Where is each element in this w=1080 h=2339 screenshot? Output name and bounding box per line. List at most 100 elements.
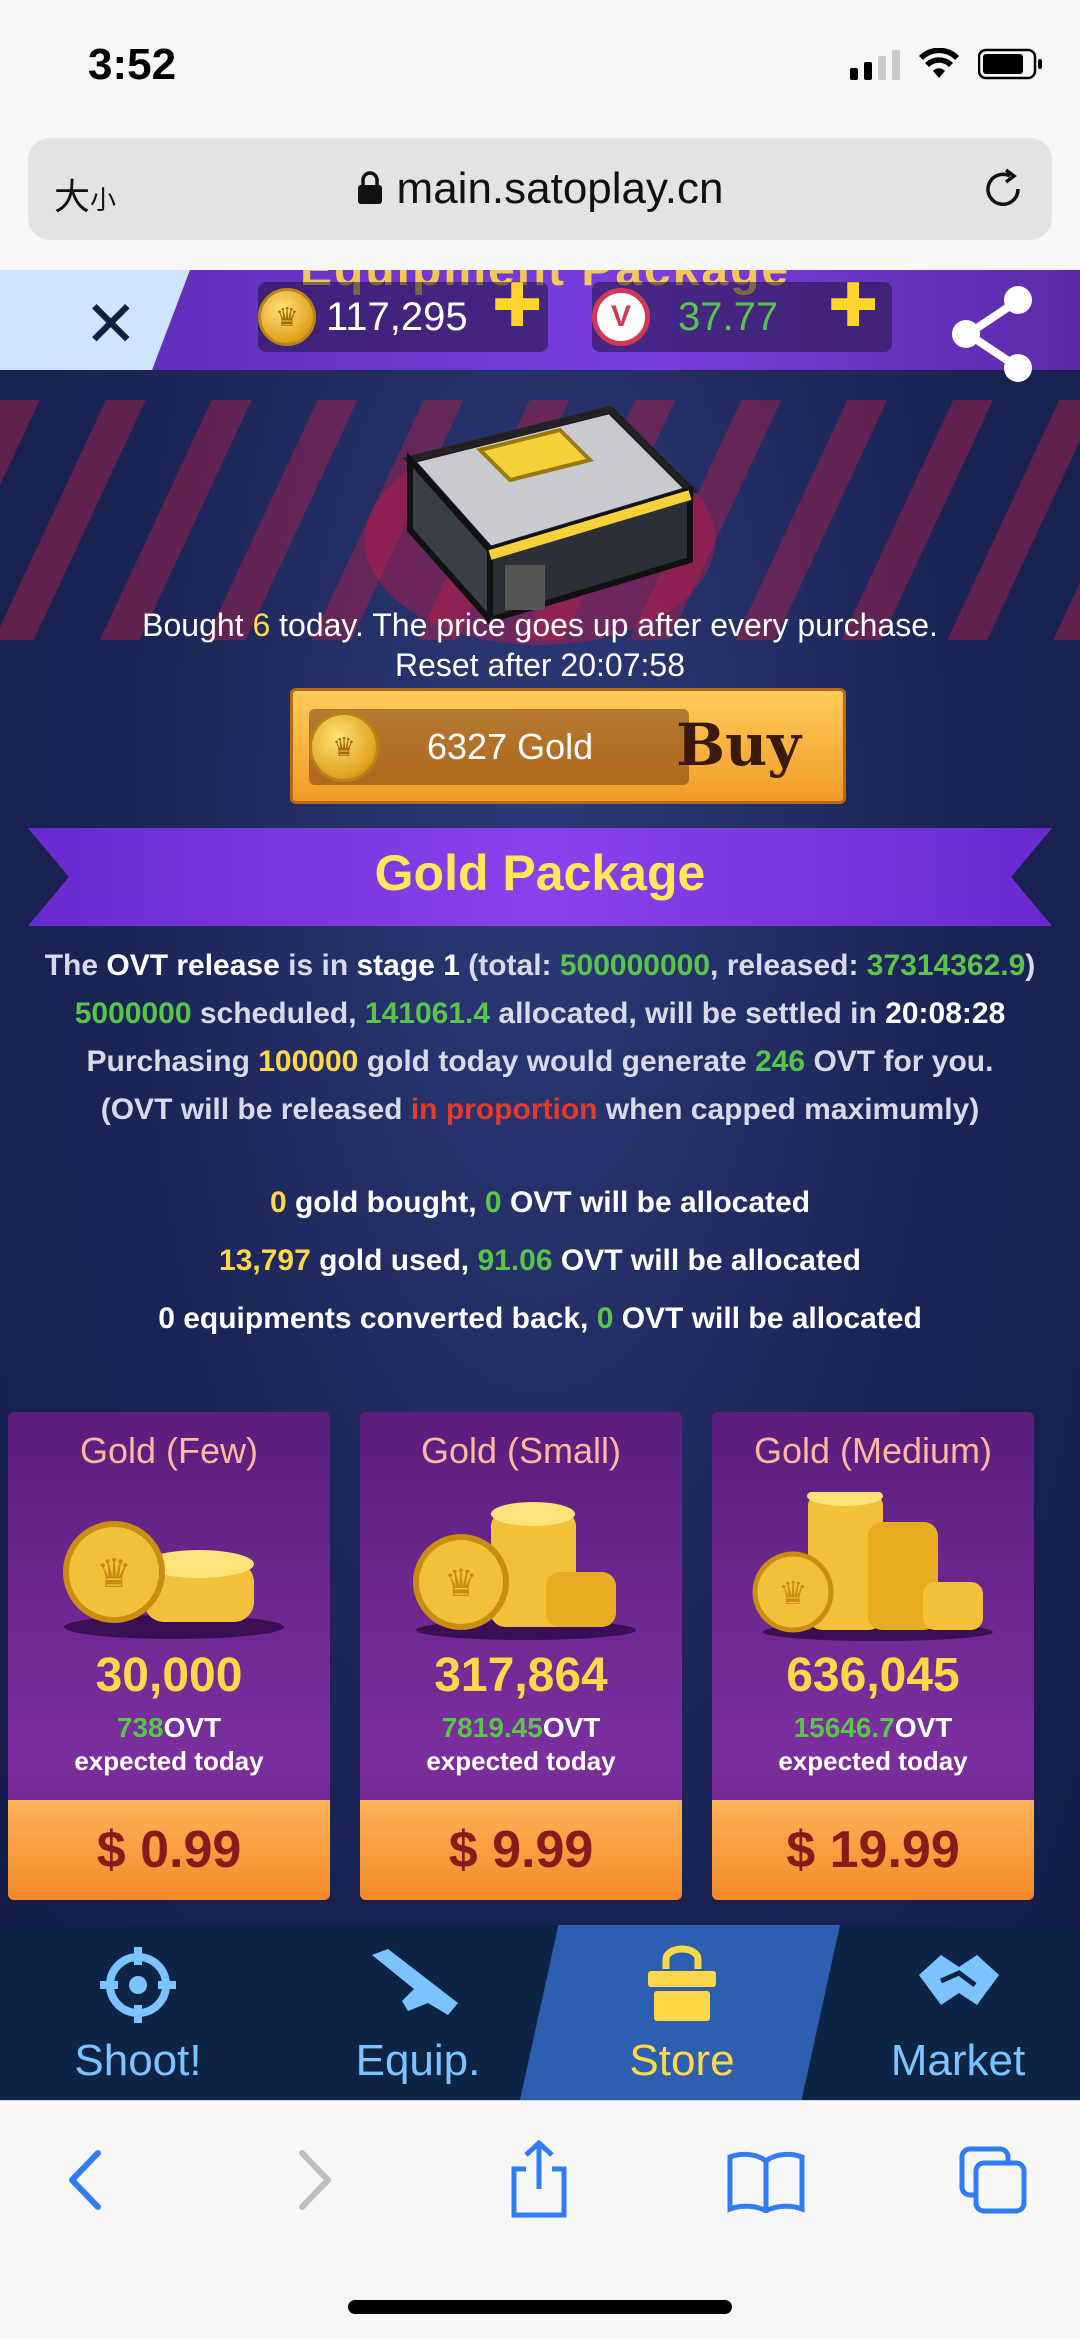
stat-converted-text: 0 equipments converted back, bbox=[158, 1302, 597, 1335]
share-icon[interactable] bbox=[946, 284, 1040, 389]
nav-store-label: Store bbox=[629, 2036, 735, 2085]
pack-ovt-unit: OVT bbox=[163, 1712, 222, 1743]
bought-prefix: Bought bbox=[142, 607, 253, 643]
bought-count: 6 bbox=[252, 607, 271, 643]
release-t11: (OVT will be released bbox=[100, 1093, 411, 1126]
stat-bought-text: gold bought, bbox=[286, 1186, 485, 1219]
release-line-3: Purchasing 100000 gold today would gener… bbox=[0, 1038, 1080, 1086]
release-proportion: in proportion bbox=[410, 1093, 598, 1126]
nav-store[interactable]: Store bbox=[572, 1945, 792, 2086]
buy-equipment-button[interactable]: ♛ 6327 Gold Buy bbox=[290, 688, 846, 804]
stat-converted-ovt: 0 bbox=[596, 1302, 614, 1335]
release-purchase-gold: 100000 bbox=[258, 1045, 359, 1078]
release-t12: when capped maximumly) bbox=[597, 1093, 980, 1126]
stat-used-text: gold used, bbox=[310, 1244, 478, 1277]
pack-ovt: 738OVT bbox=[8, 1712, 330, 1744]
release-stage: stage 1 bbox=[356, 949, 460, 982]
release-t7: allocated, will be settled in bbox=[490, 997, 886, 1030]
release-line-4: (OVT will be released in proportion when… bbox=[0, 1086, 1080, 1134]
stat-used-ovt-text: OVT will be allocated bbox=[552, 1244, 861, 1277]
forward-icon bbox=[290, 2145, 340, 2220]
gold-pack-few[interactable]: Gold (Few) ♛ 30,000 738OVT expected toda… bbox=[8, 1412, 330, 1900]
pack-amount: 636,045 bbox=[786, 1649, 960, 1702]
battery-icon bbox=[978, 48, 1044, 80]
address-bar[interactable]: 大小 main.satoplay.cn bbox=[28, 138, 1052, 240]
pack-price-button[interactable]: $ 19.99 bbox=[712, 1800, 1034, 1900]
allocation-stats: 0 gold bought, 0 OVT will be allocated 1… bbox=[0, 1174, 1080, 1348]
pack-amount: 30,000 bbox=[95, 1649, 243, 1702]
pack-ovt-value: 738 bbox=[116, 1712, 164, 1743]
release-settle-time: 20:08:28 bbox=[885, 997, 1006, 1030]
pack-expected: expected today bbox=[426, 1746, 616, 1776]
pack-ovt: 7819.45OVT bbox=[360, 1712, 682, 1744]
release-total: 500000000 bbox=[559, 949, 711, 982]
status-bar: 3:52 bbox=[0, 0, 1080, 135]
bookmarks-icon[interactable] bbox=[726, 2149, 806, 2218]
pack-expected: expected today bbox=[74, 1746, 264, 1776]
ovt-release-info: The OVT release is in stage 1 (total: 50… bbox=[0, 942, 1080, 1134]
gold-pack-medium[interactable]: Gold (Medium) ♛ 636,045 15646.7OVT expec… bbox=[712, 1412, 1034, 1900]
bought-suffix: today. The price goes up after every pur… bbox=[270, 607, 938, 643]
nav-equip-label: Equip. bbox=[355, 2036, 481, 2085]
release-scheduled: 5000000 bbox=[74, 997, 192, 1030]
pack-ovt: 15646.7OVT bbox=[712, 1712, 1034, 1744]
release-line-2: 5000000 scheduled, 141061.4 allocated, w… bbox=[0, 990, 1080, 1038]
back-icon[interactable] bbox=[60, 2145, 110, 2220]
cellular-signal-icon bbox=[850, 48, 900, 80]
ovt-coin-icon: V bbox=[592, 288, 650, 346]
pack-name: Gold (Small) bbox=[420, 1430, 622, 1471]
stat-used-gold: 13,797 bbox=[219, 1244, 311, 1277]
url-display[interactable]: main.satoplay.cn bbox=[28, 164, 1052, 216]
gold-coins-image: ♛ bbox=[396, 1492, 646, 1642]
gold-pack-list: Gold (Few) ♛ 30,000 738OVT expected toda… bbox=[8, 1412, 1072, 1900]
game-viewport: Equipment Package ✕ ♛ 117,295 ✚ V 37.77 … bbox=[0, 270, 1080, 2100]
share-sheet-icon[interactable] bbox=[504, 2139, 574, 2224]
pack-name: Gold (Few) bbox=[79, 1430, 259, 1471]
tabs-icon[interactable] bbox=[958, 2145, 1028, 2220]
release-released: 37314362.9 bbox=[866, 949, 1026, 982]
gold-coin-icon: ♛ bbox=[258, 288, 316, 346]
pack-price-button[interactable]: $ 9.99 bbox=[360, 1800, 682, 1900]
url-text: main.satoplay.cn bbox=[396, 164, 724, 213]
equipment-price: ♛ 6327 Gold bbox=[309, 709, 689, 785]
reset-timer: Reset after 20:07:58 bbox=[395, 647, 685, 683]
release-line-1: The OVT release is in stage 1 (total: 50… bbox=[0, 942, 1080, 990]
gold-coin-icon: ♛ bbox=[309, 712, 379, 782]
pack-ovt-value: 15646.7 bbox=[793, 1712, 895, 1743]
stat-bought-ovt-text: OVT will be allocated bbox=[501, 1186, 811, 1219]
ovt-balance-value: 37.77 bbox=[678, 294, 779, 339]
basket-icon bbox=[648, 1945, 716, 2021]
release-ovt-label: OVT release bbox=[106, 949, 280, 982]
add-gold-button[interactable]: ✚ bbox=[492, 276, 542, 336]
bought-today-text: Bought 6 today. The price goes up after … bbox=[0, 605, 1080, 645]
reload-icon[interactable] bbox=[980, 166, 1026, 217]
nav-market[interactable]: Market bbox=[848, 1945, 1068, 2086]
pack-ovt-unit: OVT bbox=[894, 1712, 953, 1743]
purchase-info: Bought 6 today. The price goes up after … bbox=[0, 605, 1080, 685]
pack-expected: expected today bbox=[778, 1746, 968, 1776]
pack-price-button[interactable]: $ 0.99 bbox=[8, 1800, 330, 1900]
gold-coins-image: ♛ bbox=[748, 1486, 998, 1642]
release-t3: (total: bbox=[459, 949, 560, 982]
gold-coins-image: ♛ bbox=[44, 1492, 294, 1642]
pack-amount: 317,864 bbox=[434, 1649, 608, 1702]
game-bottom-nav: Shoot! Equip. Store Market bbox=[0, 1925, 1080, 2100]
gold-pack-small[interactable]: Gold (Small) ♛ 317,864 7819.45OVT expect… bbox=[360, 1412, 682, 1900]
stat-used-ovt: 91.06 bbox=[477, 1244, 553, 1277]
release-t9: gold today would generate bbox=[358, 1045, 756, 1078]
nav-shoot[interactable]: Shoot! bbox=[28, 1945, 248, 2086]
equipment-price-text: 6327 Gold bbox=[427, 726, 594, 767]
stat-bought: 0 gold bought, 0 OVT will be allocated bbox=[0, 1174, 1080, 1232]
release-t4: , released: bbox=[710, 949, 867, 982]
home-indicator[interactable] bbox=[348, 2300, 732, 2314]
wifi-icon bbox=[918, 48, 960, 80]
release-generate-ovt: 246 bbox=[755, 1045, 806, 1078]
gold-package-banner: Gold Package bbox=[28, 828, 1052, 926]
add-ovt-button[interactable]: ✚ bbox=[828, 276, 878, 336]
nav-equip[interactable]: Equip. bbox=[308, 1945, 528, 2086]
release-t10: OVT for you. bbox=[805, 1045, 994, 1078]
nav-shoot-label: Shoot! bbox=[74, 2036, 202, 2085]
handshake-icon bbox=[919, 1955, 999, 2005]
rifle-icon bbox=[372, 1949, 458, 2015]
release-t6: scheduled, bbox=[191, 997, 365, 1030]
